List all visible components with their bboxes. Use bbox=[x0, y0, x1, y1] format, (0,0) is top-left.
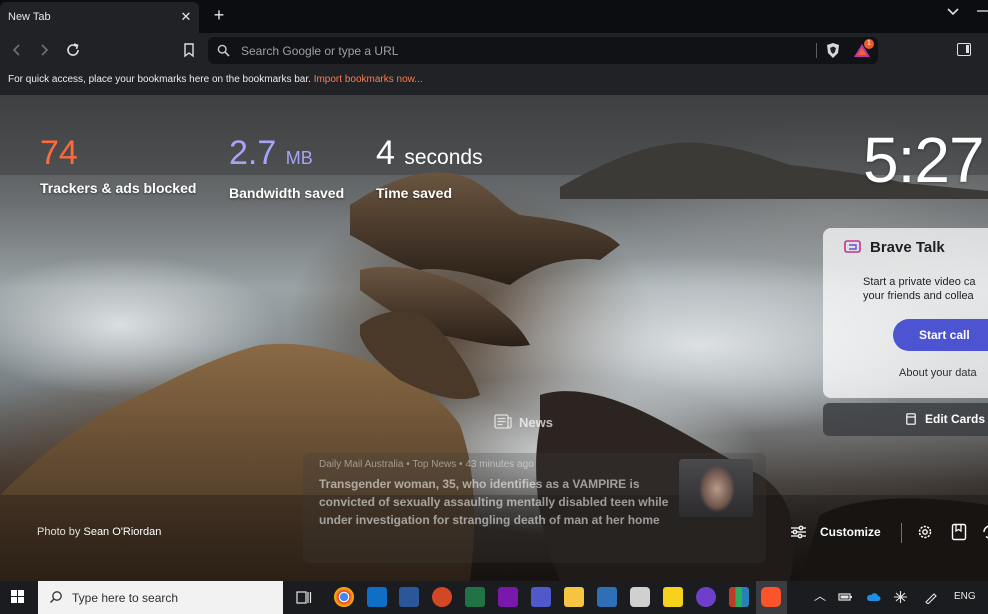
back-icon[interactable] bbox=[8, 41, 26, 59]
video-camera-icon bbox=[844, 240, 861, 253]
brave-talk-description-line2: your friends and collea bbox=[863, 290, 974, 302]
chevron-down-icon[interactable] bbox=[945, 3, 961, 19]
sidebar-toggle-icon[interactable] bbox=[957, 43, 971, 56]
mail-icon[interactable] bbox=[367, 587, 387, 607]
news-icon bbox=[494, 414, 512, 429]
import-bookmarks-link[interactable]: Import bookmarks now... bbox=[314, 74, 423, 85]
brave-talk-description-line1: Start a private video ca bbox=[863, 276, 976, 288]
time-unit: seconds bbox=[404, 146, 483, 169]
photo-credit-prefix: Photo by bbox=[37, 526, 81, 538]
language-indicator[interactable]: ENG bbox=[954, 591, 976, 602]
new-tab-button[interactable]: + bbox=[209, 5, 229, 25]
address-divider bbox=[816, 43, 817, 58]
edit-cards-icon bbox=[906, 413, 916, 425]
address-placeholder: Search Google or type a URL bbox=[241, 44, 399, 58]
chevron-up-icon[interactable]: ︿ bbox=[814, 590, 826, 602]
sticky-notes-icon[interactable] bbox=[663, 587, 683, 607]
windows-logo-icon bbox=[11, 590, 25, 604]
taskbar-search-placeholder: Type here to search bbox=[72, 591, 179, 605]
tab-close-icon[interactable]: ✕ bbox=[178, 9, 194, 25]
chrome-icon[interactable] bbox=[334, 587, 354, 607]
time-label: Time saved bbox=[376, 185, 453, 201]
time-value: 4 bbox=[376, 134, 395, 172]
news-meta: Daily Mail Australia • Top News • 43 min… bbox=[319, 459, 534, 470]
taskbar-search-box[interactable]: Type here to search bbox=[38, 581, 283, 614]
word-icon[interactable] bbox=[399, 587, 419, 607]
trackers-label: Trackers & ads blocked bbox=[40, 180, 197, 196]
about-your-data-link[interactable]: About your data bbox=[899, 367, 977, 379]
tab-strip: New Tab ✕ + bbox=[0, 0, 988, 33]
news-article-card[interactable]: Daily Mail Australia • Top News • 43 min… bbox=[303, 453, 766, 563]
brave-shields-icon[interactable] bbox=[825, 42, 841, 59]
rewards-badge: 1 bbox=[864, 39, 874, 49]
stat-time-saved: 4 seconds Time saved bbox=[376, 135, 483, 201]
unity-icon[interactable] bbox=[630, 587, 650, 607]
windows-taskbar: Type here to search ︿ ENG bbox=[0, 581, 988, 614]
bookmarks-bar-hint: For quick access, place your bookmarks h… bbox=[8, 74, 423, 85]
customize-label: Customize bbox=[820, 525, 881, 539]
new-tab-page: 74 Trackers & ads blocked 2.7 MB Bandwid… bbox=[0, 95, 988, 581]
bandwidth-amount: 2.7 MB bbox=[229, 135, 344, 176]
stat-bandwidth-saved: 2.7 MB Bandwidth saved bbox=[229, 135, 344, 201]
tab-new-tab[interactable]: New Tab ✕ bbox=[0, 2, 199, 33]
battery-icon[interactable] bbox=[838, 590, 853, 604]
brave-talk-title: Brave Talk bbox=[870, 239, 945, 256]
clock: 5:27 bbox=[863, 124, 985, 196]
news-headline: Transgender woman, 35, who identifies as… bbox=[319, 477, 669, 527]
minimize-icon[interactable] bbox=[975, 3, 988, 19]
teams-icon[interactable] bbox=[531, 587, 551, 607]
news-thumbnail bbox=[679, 459, 753, 517]
edit-cards-button[interactable]: Edit Cards bbox=[823, 403, 988, 436]
forward-icon[interactable] bbox=[35, 41, 53, 59]
time-amount: 4 seconds bbox=[376, 135, 483, 176]
start-call-button[interactable]: Start call bbox=[893, 319, 988, 351]
bandwidth-unit: MB bbox=[285, 148, 313, 168]
bookmarks-bar: For quick access, place your bookmarks h… bbox=[0, 68, 988, 95]
file-explorer-icon[interactable] bbox=[564, 587, 584, 607]
gear-icon[interactable] bbox=[916, 523, 934, 541]
powerpoint-icon[interactable] bbox=[432, 587, 452, 607]
footer-divider bbox=[901, 523, 902, 543]
reload-icon[interactable] bbox=[64, 41, 82, 59]
bookmark-icon[interactable] bbox=[180, 41, 198, 59]
onedrive-icon[interactable] bbox=[866, 590, 881, 604]
winrar-icon[interactable] bbox=[729, 587, 749, 607]
tab-title: New Tab bbox=[8, 11, 51, 23]
news-label: News bbox=[519, 415, 553, 430]
bandwidth-value: 2.7 bbox=[229, 134, 277, 172]
photo-credit: Photo by Sean O'Riordan bbox=[37, 526, 161, 538]
browser-toolbar: Search Google or type a URL 1 bbox=[0, 33, 988, 68]
github-icon[interactable] bbox=[696, 587, 716, 607]
excel-icon[interactable] bbox=[465, 587, 485, 607]
virtualbox-icon[interactable] bbox=[597, 587, 617, 607]
address-bar[interactable]: Search Google or type a URL 1 bbox=[208, 37, 878, 64]
photo-credit-author[interactable]: Sean O'Riordan bbox=[83, 526, 161, 538]
sliders-icon bbox=[791, 525, 806, 539]
bookmarks-manager-icon[interactable] bbox=[951, 523, 967, 541]
task-view-icon[interactable] bbox=[296, 590, 312, 605]
trackers-count: 74 bbox=[40, 134, 78, 172]
pen-icon[interactable] bbox=[924, 590, 939, 604]
history-icon[interactable] bbox=[981, 523, 988, 541]
edit-cards-label: Edit Cards bbox=[925, 412, 986, 426]
stat-trackers-blocked: 74 Trackers & ads blocked bbox=[40, 135, 196, 196]
network-icon[interactable] bbox=[893, 590, 908, 604]
start-button[interactable] bbox=[0, 581, 36, 614]
search-icon bbox=[217, 44, 230, 57]
search-icon bbox=[50, 591, 62, 603]
bookmarks-bar-text: For quick access, place your bookmarks h… bbox=[8, 74, 311, 85]
bandwidth-label: Bandwidth saved bbox=[229, 185, 345, 201]
brave-icon[interactable] bbox=[761, 587, 781, 607]
brave-talk-description: Start a private video ca your friends an… bbox=[863, 275, 988, 303]
onenote-icon[interactable] bbox=[498, 587, 518, 607]
brave-talk-card: Brave Talk Start a private video ca your… bbox=[823, 228, 988, 398]
